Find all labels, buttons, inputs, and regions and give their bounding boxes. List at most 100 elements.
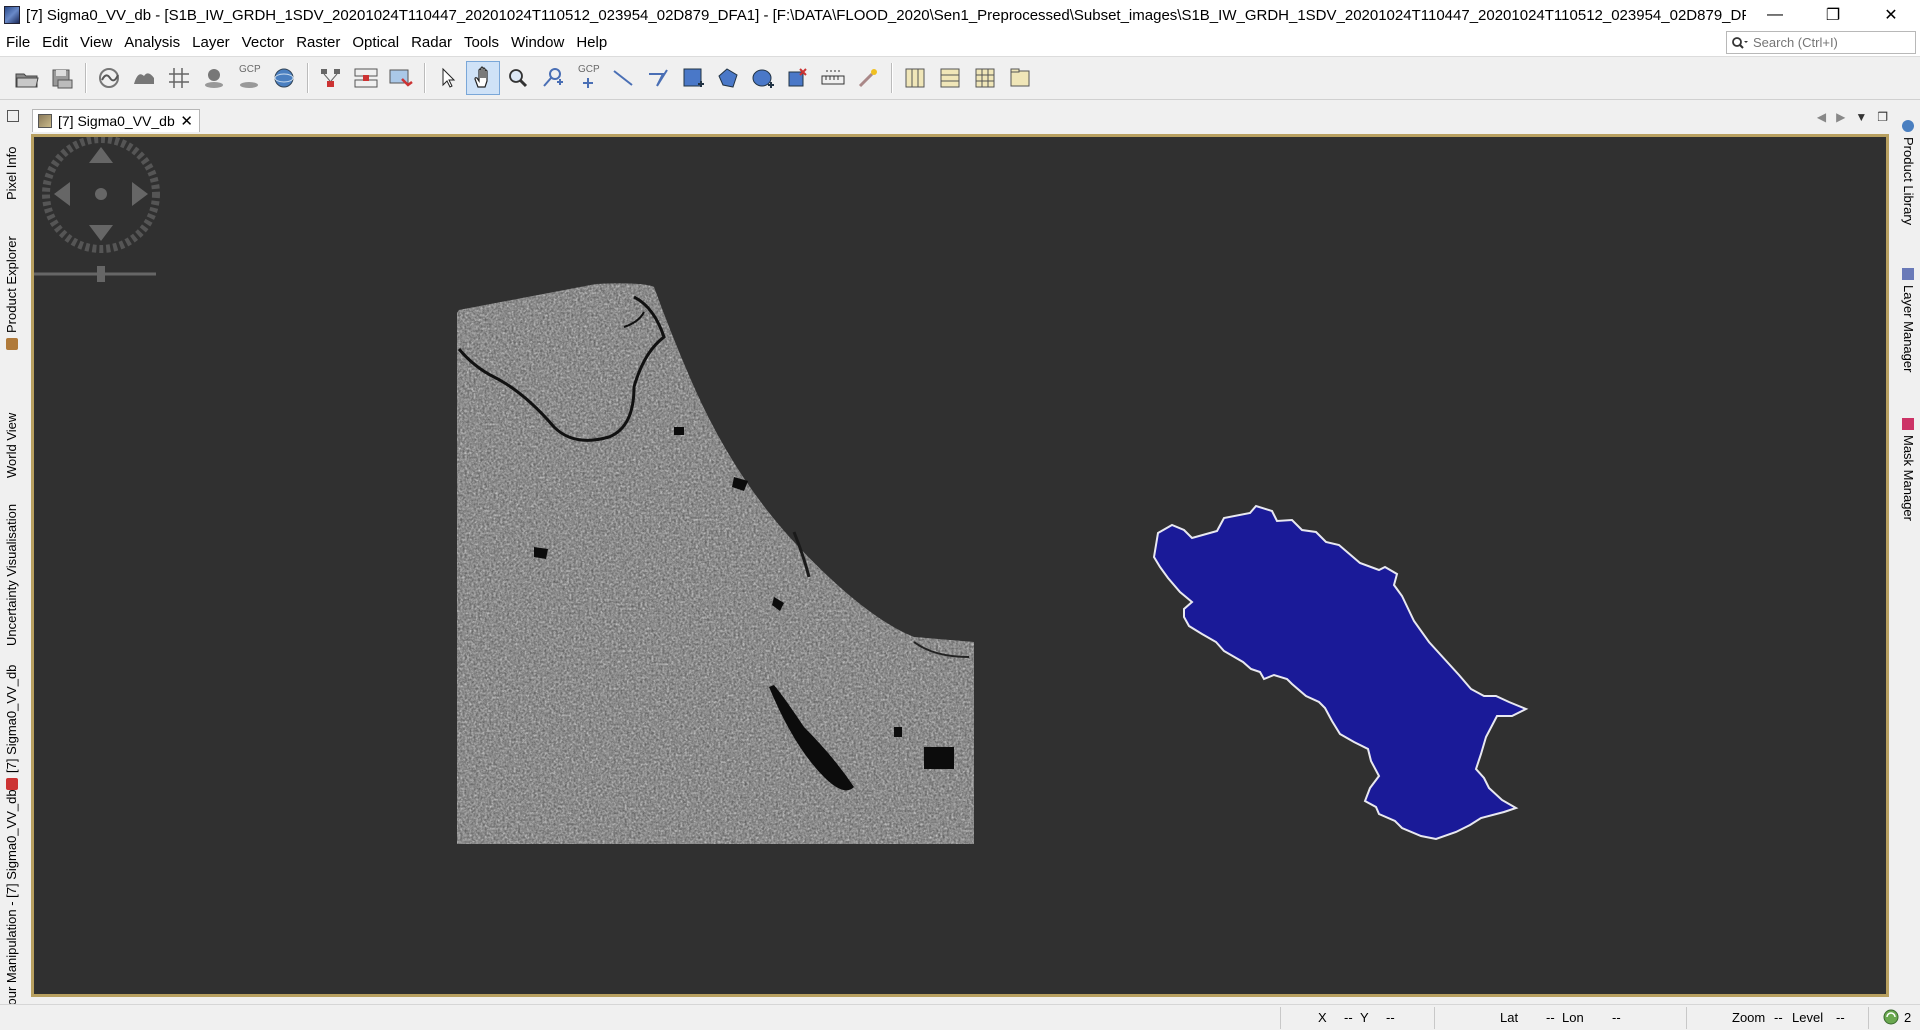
- document-tab[interactable]: [7] Sigma0_VV_db ✕: [32, 109, 200, 132]
- ellipse-drawing-tool-icon[interactable]: [746, 61, 780, 95]
- tile-evenly-icon[interactable]: [968, 61, 1002, 95]
- menu-window[interactable]: Window: [505, 30, 570, 56]
- sar-raster-image: [457, 283, 974, 844]
- menu-file[interactable]: File: [0, 30, 36, 56]
- menu-edit[interactable]: Edit: [36, 30, 74, 56]
- status-lat-value: --: [1546, 1010, 1555, 1025]
- status-separator: [1280, 1007, 1281, 1029]
- status-lat-label: Lat: [1500, 1010, 1519, 1025]
- vector-data-container-icon[interactable]: [781, 61, 815, 95]
- toolbar-separator: [307, 63, 309, 93]
- snap-app-icon: [4, 6, 20, 24]
- pan-right-icon[interactable]: [132, 182, 148, 206]
- tile-horizontally-icon[interactable]: [898, 61, 932, 95]
- tab-list-dropdown-icon[interactable]: ▼: [1855, 110, 1867, 124]
- tab-world-view[interactable]: World View: [4, 413, 19, 478]
- band-maths-icon[interactable]: [127, 61, 161, 95]
- pin-placing-tool-icon[interactable]: [536, 61, 570, 95]
- zoom-tool-icon[interactable]: [501, 61, 535, 95]
- pan-up-icon[interactable]: [89, 147, 113, 163]
- menu-help[interactable]: Help: [570, 30, 613, 56]
- navigation-control[interactable]: [34, 137, 160, 282]
- tab-navigation: ◀ ▶ ▼ ❐: [1817, 110, 1888, 124]
- image-view[interactable]: [31, 134, 1889, 997]
- menu-radar[interactable]: Radar: [405, 30, 458, 56]
- time-series-icon[interactable]: [384, 61, 418, 95]
- pan-down-icon[interactable]: [89, 225, 113, 241]
- tab-scroll-left-icon[interactable]: ◀: [1817, 110, 1826, 124]
- open-product-icon[interactable]: [10, 61, 44, 95]
- tab-sigma0-vv-db[interactable]: [7] Sigma0_VV_db: [4, 665, 19, 790]
- tab-world-view-label: World View: [4, 412, 19, 478]
- restore-group-icon[interactable]: [7, 110, 19, 122]
- menu-vector[interactable]: Vector: [236, 30, 291, 56]
- layer-manager-icon: [1902, 268, 1915, 280]
- polyline-drawing-tool-icon[interactable]: [641, 61, 675, 95]
- select-tool-icon[interactable]: [431, 61, 465, 95]
- image-canvas: [34, 137, 1529, 844]
- tile-single-icon[interactable]: [1003, 61, 1037, 95]
- product-explorer-icon: [5, 338, 18, 350]
- pan-center-icon[interactable]: [95, 188, 107, 200]
- window-controls: — ❐ ✕: [1746, 0, 1920, 30]
- minimize-button[interactable]: —: [1746, 0, 1804, 30]
- tab-scroll-right-icon[interactable]: ▶: [1836, 110, 1845, 124]
- tab-mask-manager[interactable]: Mask Manager: [1901, 418, 1916, 521]
- status-separator: [1868, 1007, 1869, 1029]
- range-finder-icon[interactable]: [816, 61, 850, 95]
- image-view-icon: [38, 114, 52, 128]
- tab-layer-manager[interactable]: Layer Manager: [1901, 268, 1916, 372]
- menu-tools[interactable]: Tools: [458, 30, 505, 56]
- rectangle-drawing-tool-icon[interactable]: [676, 61, 710, 95]
- terrain-correction-icon[interactable]: [92, 61, 126, 95]
- pin-manager-icon[interactable]: [197, 61, 231, 95]
- save-product-icon[interactable]: [45, 61, 79, 95]
- close-tab-icon[interactable]: ✕: [180, 112, 193, 130]
- search-icon[interactable]: [1727, 36, 1753, 50]
- batch-processing-icon[interactable]: [349, 61, 383, 95]
- mask-manager-icon: [1902, 418, 1915, 430]
- left-side-panel: Pixel Info Product Explorer World View U…: [0, 100, 28, 1025]
- line-drawing-tool-icon[interactable]: [606, 61, 640, 95]
- status-level-label: Level: [1792, 1010, 1824, 1025]
- menu-optical[interactable]: Optical: [346, 30, 405, 56]
- pan-tool-icon[interactable]: [466, 61, 500, 95]
- graticule-icon[interactable]: [162, 61, 196, 95]
- tab-sigma0-vv-db-label: [7] Sigma0_VV_db: [4, 664, 19, 773]
- vector-polygon[interactable]: [1152, 504, 1529, 841]
- polygon-drawing-tool-icon[interactable]: [711, 61, 745, 95]
- tab-uncertainty-visualisation[interactable]: Uncertainty Visualisation: [4, 504, 19, 646]
- restore-button[interactable]: ❐: [1804, 0, 1862, 30]
- menu-view[interactable]: View: [74, 30, 118, 56]
- world-view-icon[interactable]: [267, 61, 301, 95]
- status-y-value: --: [1386, 1010, 1395, 1025]
- search-input[interactable]: [1753, 35, 1903, 50]
- pan-left-icon[interactable]: [54, 182, 70, 206]
- close-button[interactable]: ✕: [1862, 0, 1920, 30]
- tab-product-explorer[interactable]: Product Explorer: [4, 236, 19, 350]
- document-tab-bar: [7] Sigma0_VV_db ✕ ◀ ▶ ▼ ❐: [28, 106, 1894, 132]
- tab-layer-manager-label: Layer Manager: [1901, 285, 1916, 373]
- tab-product-library[interactable]: Product Library: [1901, 120, 1916, 225]
- main-toolbar: GCP GCP: [0, 56, 1920, 100]
- menu-raster[interactable]: Raster: [290, 30, 346, 56]
- tab-pixel-info[interactable]: Pixel Info: [4, 147, 19, 200]
- menu-layer[interactable]: Layer: [186, 30, 236, 56]
- gcp-placing-tool-icon[interactable]: GCP: [571, 61, 605, 95]
- maximize-window-icon[interactable]: ❐: [1877, 110, 1888, 124]
- document-tab-label: [7] Sigma0_VV_db: [58, 113, 175, 129]
- toolbar-separator: [85, 63, 87, 93]
- title-bar: [7] Sigma0_VV_db - [S1B_IW_GRDH_1SDV_202…: [0, 0, 1920, 30]
- background-tasks-icon[interactable]: [1882, 1008, 1900, 1029]
- graph-builder-icon[interactable]: [314, 61, 348, 95]
- gcp-manager-icon[interactable]: GCP: [232, 61, 266, 95]
- tab-colour-manipulation-label: Colour Manipulation - [7] Sigma0_VV_db: [4, 789, 19, 1025]
- zoom-slider-handle[interactable]: [97, 266, 105, 282]
- status-lon-value: --: [1612, 1010, 1621, 1025]
- status-bar: X -- Y -- Lat -- Lon -- Zoom -- Level --…: [0, 1004, 1920, 1030]
- menu-analysis[interactable]: Analysis: [118, 30, 186, 56]
- tab-colour-manipulation[interactable]: Colour Manipulation - [7] Sigma0_VV_db: [4, 789, 19, 1030]
- status-y-label: Y: [1360, 1010, 1369, 1025]
- tile-vertically-icon[interactable]: [933, 61, 967, 95]
- magic-wand-icon[interactable]: [851, 61, 885, 95]
